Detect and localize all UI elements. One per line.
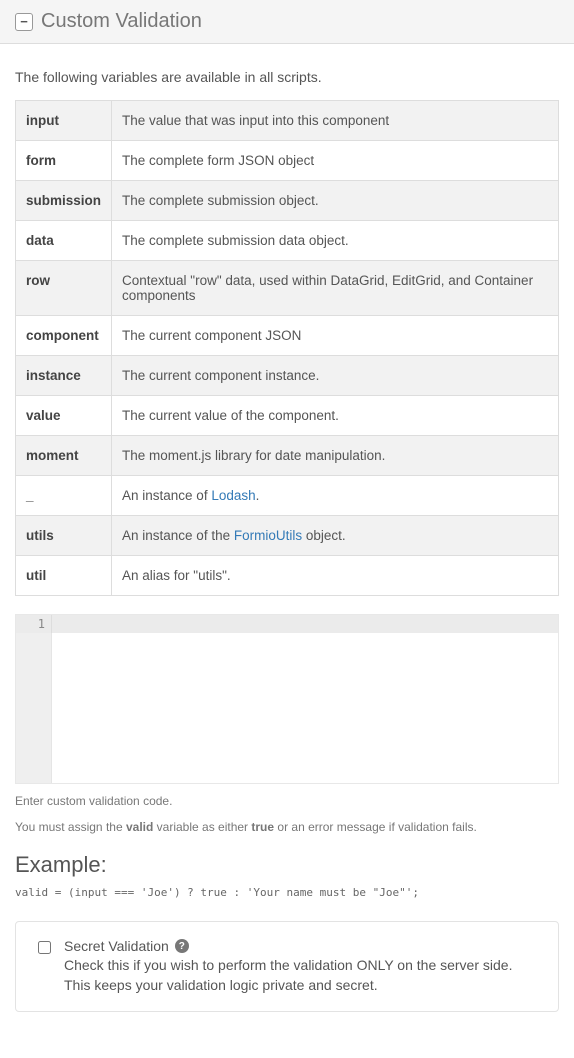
var-desc-text: An instance of bbox=[122, 488, 211, 503]
intro-text: The following variables are available in… bbox=[15, 69, 559, 85]
var-desc-text: object. bbox=[302, 528, 346, 543]
var-name: util bbox=[16, 556, 112, 596]
var-desc: The complete form JSON object bbox=[112, 141, 559, 181]
var-desc-link[interactable]: Lodash bbox=[211, 488, 255, 503]
editor-top-strip bbox=[52, 615, 558, 633]
table-row: momentThe moment.js library for date man… bbox=[16, 436, 559, 476]
var-name: component bbox=[16, 316, 112, 356]
table-row: rowContextual "row" data, used within Da… bbox=[16, 261, 559, 316]
var-desc: The complete submission data object. bbox=[112, 221, 559, 261]
var-desc-text: An instance of the bbox=[122, 528, 234, 543]
var-name: instance bbox=[16, 356, 112, 396]
table-row: componentThe current component JSON bbox=[16, 316, 559, 356]
hint-bold-valid: valid bbox=[126, 820, 153, 834]
secret-validation-checkbox[interactable] bbox=[38, 941, 51, 954]
var-desc: The current component instance. bbox=[112, 356, 559, 396]
table-row: formThe complete form JSON object bbox=[16, 141, 559, 181]
var-name: form bbox=[16, 141, 112, 181]
secret-validation-title: Secret Validation bbox=[64, 938, 169, 954]
var-name: value bbox=[16, 396, 112, 436]
panel-body: The following variables are available in… bbox=[0, 44, 574, 1027]
table-row: instanceThe current component instance. bbox=[16, 356, 559, 396]
table-row: valueThe current value of the component. bbox=[16, 396, 559, 436]
code-input[interactable] bbox=[52, 633, 558, 783]
table-row: dataThe complete submission data object. bbox=[16, 221, 559, 261]
example-code: valid = (input === 'Joe') ? true : 'Your… bbox=[15, 886, 559, 899]
collapse-toggle[interactable]: − bbox=[15, 13, 33, 31]
hint-text: You must assign the bbox=[15, 820, 126, 834]
var-desc: An alias for "utils". bbox=[112, 556, 559, 596]
var-desc: The value that was input into this compo… bbox=[112, 101, 559, 141]
table-row: utilsAn instance of the FormioUtils obje… bbox=[16, 516, 559, 556]
variables-table: inputThe value that was input into this … bbox=[15, 100, 559, 596]
help-icon[interactable]: ? bbox=[175, 939, 189, 953]
code-editor: 1 bbox=[15, 614, 559, 784]
hint-text: or an error message if validation fails. bbox=[274, 820, 477, 834]
var-desc-link[interactable]: FormioUtils bbox=[234, 528, 302, 543]
secret-validation-card: Secret Validation ? Check this if you wi… bbox=[15, 921, 559, 1012]
var-desc: Contextual "row" data, used within DataG… bbox=[112, 261, 559, 316]
table-row: _An instance of Lodash. bbox=[16, 476, 559, 516]
table-row: inputThe value that was input into this … bbox=[16, 101, 559, 141]
var-desc-text: . bbox=[256, 488, 260, 503]
var-desc: The moment.js library for date manipulat… bbox=[112, 436, 559, 476]
hint-enter-code: Enter custom validation code. bbox=[15, 794, 559, 808]
var-name: row bbox=[16, 261, 112, 316]
var-name: utils bbox=[16, 516, 112, 556]
secret-validation-desc: Check this if you wish to perform the va… bbox=[64, 956, 540, 995]
var-desc: The current component JSON bbox=[112, 316, 559, 356]
var-desc: An instance of Lodash. bbox=[112, 476, 559, 516]
editor-gutter-column bbox=[16, 633, 52, 783]
panel-header: − Custom Validation bbox=[0, 0, 574, 44]
var-name: submission bbox=[16, 181, 112, 221]
hint-text: variable as either bbox=[153, 820, 251, 834]
table-row: utilAn alias for "utils". bbox=[16, 556, 559, 596]
panel-title: Custom Validation bbox=[41, 10, 202, 33]
example-heading: Example: bbox=[15, 852, 559, 878]
var-name: moment bbox=[16, 436, 112, 476]
hint-assign-valid: You must assign the valid variable as ei… bbox=[15, 820, 559, 834]
var-desc: The current value of the component. bbox=[112, 396, 559, 436]
var-name: input bbox=[16, 101, 112, 141]
editor-gutter: 1 bbox=[16, 615, 558, 633]
table-row: submissionThe complete submission object… bbox=[16, 181, 559, 221]
var-name: data bbox=[16, 221, 112, 261]
var-name: _ bbox=[16, 476, 112, 516]
var-desc: The complete submission object. bbox=[112, 181, 559, 221]
hint-bold-true: true bbox=[251, 820, 274, 834]
var-desc: An instance of the FormioUtils object. bbox=[112, 516, 559, 556]
line-number: 1 bbox=[16, 615, 52, 633]
secret-validation-title-row: Secret Validation ? bbox=[64, 938, 540, 954]
